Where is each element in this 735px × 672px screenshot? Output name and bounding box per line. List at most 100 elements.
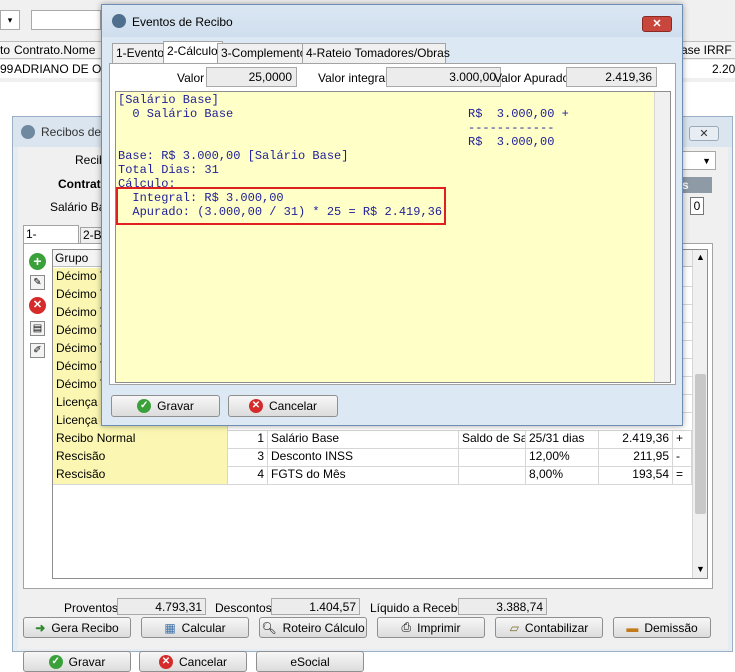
- imprimir-button[interactable]: ⎙ Imprimir: [377, 617, 485, 638]
- top-grid-cell-irrf: 2.20: [712, 62, 735, 76]
- top-combo[interactable]: ▾: [0, 10, 20, 30]
- valor-apurado-field[interactable]: 2.419,36: [566, 67, 657, 87]
- grid-cell-num: 3: [228, 448, 268, 466]
- label-contrato: Contrat: [58, 177, 101, 191]
- app-logo-icon: [21, 125, 35, 139]
- calculo-memo[interactable]: [Salário Base] 0 Salário Base Base: R$ 3…: [115, 91, 671, 383]
- gera-recibo-label: Gera Recibo: [51, 620, 119, 635]
- eventos-recibo-dialog: Eventos de Recibo ✕ 1-Evento 2-Cálculo 3…: [101, 4, 683, 426]
- grid-cell-evento: Desconto INSS: [268, 448, 459, 466]
- table-row[interactable]: Recibo Normal1Salário BaseSaldo de Salá2…: [53, 430, 692, 449]
- grid-cell-valor: 2.419,36: [599, 430, 673, 448]
- dialog-tabs: 1-Evento 2-Cálculo 3-Complemento 4-Ratei…: [110, 41, 676, 65]
- roteiro-calculo-button[interactable]: 🔍︎ Roteiro Cálculo: [259, 617, 367, 638]
- grid-cell-sinal: -: [673, 448, 692, 466]
- proventos-label: Proventos: [64, 601, 119, 615]
- dialog-tab-panel: Valor 25,0000 Valor integral 3.000,00 Va…: [109, 63, 676, 385]
- gera-recibo-button[interactable]: ➜ Gera Recibo: [23, 617, 131, 638]
- tab-evento[interactable]: 1-Evento: [112, 43, 169, 64]
- scroll-down-arrow-icon[interactable]: ▼: [696, 564, 705, 574]
- tab-rateio[interactable]: 4-Rateio Tomadores/Obras: [302, 43, 450, 64]
- memo-summary: R$ 3.000,00 + ------------ R$ 3.000,00: [468, 107, 569, 149]
- grid-cell-sinal: +: [673, 430, 692, 448]
- scroll-up-arrow-icon[interactable]: ▲: [696, 252, 705, 262]
- side-header: s: [682, 177, 712, 193]
- dismissal-icon: ▬: [626, 620, 639, 635]
- side-value-field[interactable]: 0: [690, 197, 704, 215]
- liquido-value: 3.388,74: [458, 598, 547, 615]
- top-input[interactable]: [31, 10, 101, 30]
- table-row[interactable]: Rescisão 4 FGTS do Mês 8,00% 193,54 =: [53, 466, 692, 485]
- dialog-titlebar: Eventos de Recibo ✕: [102, 5, 682, 37]
- valor-field[interactable]: 25,0000: [206, 67, 297, 87]
- table-row[interactable]: Rescisão 3 Desconto INSS 12,00% 211,95-: [53, 448, 692, 467]
- grid-cell-valor: 211,95: [599, 448, 673, 466]
- cancel-icon: ✕: [248, 399, 263, 413]
- top-grid-col-irrf: ase IRRF: [681, 43, 732, 57]
- calcular-button[interactable]: ▦ Calcular: [141, 617, 249, 638]
- grid-cell-grupo: Recibo Normal: [53, 430, 228, 448]
- grid-cell-evento: FGTS do Mês: [268, 466, 459, 484]
- demissao-button[interactable]: ▬ Demissão: [613, 617, 711, 638]
- dialog-gravar-label: Gravar: [157, 399, 194, 413]
- dialog-gravar-button[interactable]: ✓ Gravar: [111, 395, 220, 417]
- esocial-button[interactable]: eSocial: [256, 651, 364, 672]
- valor-integral-field[interactable]: 3.000,00: [386, 67, 501, 87]
- grid-options-button[interactable]: ▤: [30, 321, 45, 336]
- printer-icon: ⎙: [401, 620, 412, 634]
- memo-text: [Salário Base] 0 Salário Base Base: R$ 3…: [118, 93, 349, 191]
- recibo-select[interactable]: ▼: [682, 151, 716, 170]
- ledger-icon: ▱: [509, 620, 519, 635]
- calculator-icon: ▦: [164, 620, 176, 635]
- memo-vscroll[interactable]: [654, 92, 670, 382]
- highlight-box: [116, 187, 446, 225]
- grid-cell-extra: [459, 466, 526, 484]
- descontos-value: 1.404,57: [271, 598, 360, 615]
- tab-calculo[interactable]: 2-Cálculo: [163, 41, 223, 64]
- grid-cell-evento: Salário Base: [268, 430, 459, 448]
- edit-event-button[interactable]: ✎: [30, 275, 45, 290]
- check-icon: ✓: [137, 399, 152, 413]
- gravar-label: Gravar: [68, 654, 106, 669]
- edit-detail-button[interactable]: ✐: [30, 343, 45, 358]
- dialog-cancelar-button[interactable]: ✕ Cancelar: [228, 395, 338, 417]
- dialog-logo-icon: [112, 14, 126, 28]
- recibos-tab-eventos[interactable]: 1-Eventos: [23, 225, 79, 258]
- delete-event-button[interactable]: ✕: [29, 297, 46, 314]
- grid-cell-extra: [459, 448, 526, 466]
- top-grid-cell-code: 99: [0, 62, 14, 76]
- descontos-label: Descontos: [215, 601, 272, 615]
- recibos-title: Recibos de: [41, 125, 102, 139]
- esocial-label: eSocial: [290, 654, 330, 669]
- grid-cell-num: 1: [228, 430, 268, 448]
- demissao-label: Demissão: [644, 620, 698, 635]
- grid-cell-ref: 25/31 dias: [526, 430, 599, 448]
- valor-integral-label: Valor integral: [318, 71, 388, 85]
- grid-cell-grupo: Rescisão: [53, 448, 228, 466]
- valor-apurado-label: Valor Apurado: [494, 71, 570, 85]
- calcular-label: Calcular: [181, 620, 226, 635]
- contabilizar-button[interactable]: ▱ Contabilizar: [495, 617, 603, 638]
- grid-cell-grupo: Rescisão: [53, 466, 228, 484]
- grid-cell-ref: 8,00%: [526, 466, 599, 484]
- gravar-button[interactable]: ✓ Gravar: [23, 651, 131, 672]
- cancelar-button[interactable]: ✕ Cancelar: [139, 651, 247, 672]
- dialog-close-button[interactable]: ✕: [642, 16, 672, 32]
- grid-cell-extra: Saldo de Salá: [459, 430, 526, 448]
- tab-complemento[interactable]: 3-Complemento: [217, 43, 308, 64]
- search-icon: 🔍︎: [261, 620, 277, 635]
- grid-vscroll[interactable]: ▲ ▼: [692, 250, 707, 578]
- top-grid-col-to: to: [0, 43, 11, 57]
- dialog-title: Eventos de Recibo: [132, 15, 233, 29]
- grid-cell-sinal: =: [673, 466, 692, 484]
- scroll-thumb[interactable]: [695, 374, 706, 514]
- roteiro-calculo-label: Roteiro Cálculo: [282, 620, 365, 635]
- add-event-button[interactable]: +: [29, 253, 46, 270]
- grid-cell-num: 4: [228, 466, 268, 484]
- imprimir-label: Imprimir: [417, 620, 461, 635]
- arrow-right-icon: ➜: [35, 620, 46, 635]
- recibos-close-button[interactable]: ✕: [689, 126, 719, 141]
- check-icon: ✓: [48, 654, 63, 669]
- liquido-label: Líquido a Receber: [370, 601, 469, 615]
- top-grid-col-nome: Contrato.Nome: [14, 43, 96, 57]
